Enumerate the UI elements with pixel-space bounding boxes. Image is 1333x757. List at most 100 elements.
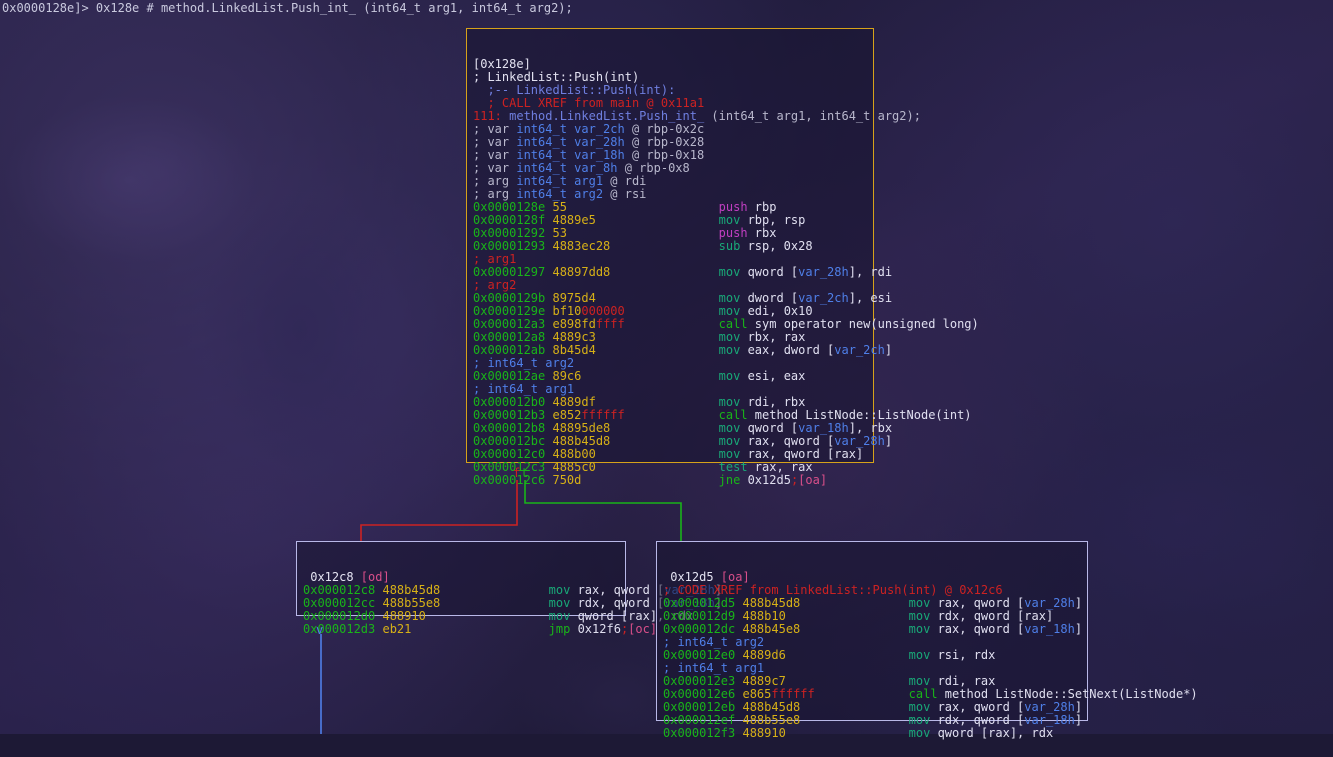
instruction-gap [800, 700, 908, 714]
signature-symbol: method.LinkedList.Push_int_ [509, 109, 705, 123]
instruction-bytes: 488b45d8 [382, 583, 441, 597]
instruction-bytes: 48897dd8 [552, 265, 611, 279]
instruction-mnemonic: mov [718, 291, 748, 305]
block-meta-text: ; CALL XREF from main @ 0x11a1 [473, 96, 705, 110]
instruction-address: 0x000012c0 [473, 447, 553, 461]
instruction-bytes: 750d [552, 473, 582, 487]
operand: qword [ [747, 265, 799, 279]
r2-prompt-line[interactable]: 0x0000128e]> 0x128e # method.LinkedList.… [2, 2, 573, 15]
block-header-label: 0x12c8 [303, 570, 361, 584]
inline-type-comment: ; int64_t arg2 [473, 356, 575, 370]
instruction-mnemonic: mov [718, 447, 748, 461]
instruction-bytes-reloc: 000000 [581, 304, 625, 318]
instruction-address: 0x000012eb [663, 700, 743, 714]
instruction-mnemonic: push [718, 226, 755, 240]
block-header-flag: [oa] [720, 570, 750, 584]
instruction-mnemonic: mov [908, 700, 938, 714]
instruction-bytes: 488b45d8 [552, 434, 611, 448]
signature-index: 111: [473, 109, 510, 123]
operand: sym operator new(unsigned long) [754, 317, 979, 331]
operand-variable: var_28h [1024, 596, 1075, 610]
instruction-address: 0x000012cc [303, 596, 383, 610]
operand-variable: var_18h [798, 421, 849, 435]
instruction-address: 0x000012a3 [473, 317, 553, 331]
basic-block-main[interactable]: [0x128e]; LinkedList::Push(int) ;-- Link… [466, 28, 979, 487]
instruction-gap [440, 583, 548, 597]
basic-block-false[interactable]: 0x12c8 [od] 0x000012c8 488b45d8 mov rax, … [296, 541, 722, 636]
operand: ] [884, 343, 893, 357]
instruction-gap [596, 291, 719, 305]
variable-name: var_8h [574, 161, 625, 175]
instruction-address: 0x000012d5 [663, 596, 743, 610]
instruction-mnemonic: mov [718, 369, 748, 383]
instruction-address: 0x00001292 [473, 226, 553, 240]
instruction-gap [596, 330, 719, 344]
block-header-label: 0x12d5 [663, 570, 721, 584]
instruction-gap [800, 596, 908, 610]
instruction-gap [596, 460, 719, 474]
instruction-row[interactable]: 0x00001293 4883ec28 sub rsp, 0x28 [473, 240, 867, 253]
instruction-gap [596, 343, 719, 357]
instruction-bytes: 48895de8 [552, 421, 611, 435]
instruction-bytes: 4885c0 [552, 460, 596, 474]
instruction-mnemonic: mov [718, 395, 748, 409]
instruction-mnemonic: mov [908, 726, 938, 740]
operand: ] [1074, 596, 1083, 610]
instruction-mnemonic: sub [718, 239, 748, 253]
operand: dword [ [747, 291, 799, 305]
instruction-gap [581, 473, 718, 487]
operand: method ListNode::SetNext(ListNode*) [944, 687, 1198, 701]
operand-variable: var_28h [1024, 700, 1075, 714]
operand: ] [1074, 713, 1083, 727]
instruction-row[interactable]: 0x00001297 48897dd8 mov qword [var_28h],… [473, 265, 892, 279]
variable-type: int64_t [516, 174, 575, 188]
instruction-address: 0x0000128e [473, 200, 553, 214]
instruction-mnemonic: mov [908, 596, 938, 610]
instruction-row[interactable]: 0x000012c6 750d jne 0x12d5;[oa] [473, 474, 867, 487]
instruction-address: 0x00001297 [473, 265, 553, 279]
inline-type-comment: ; int64_t arg1 [473, 382, 575, 396]
instruction-mnemonic: mov [718, 304, 748, 318]
instruction-gap [567, 226, 719, 240]
operand: ] [884, 434, 893, 448]
instruction-gap [610, 265, 718, 279]
instruction-gap [625, 317, 719, 331]
operand: rdi, rbx [747, 395, 806, 409]
instruction-gap [426, 609, 549, 623]
operand-variable: var_2ch [834, 343, 885, 357]
instruction-mnemonic: mov [548, 609, 578, 623]
operand: rax, rax [754, 460, 813, 474]
block-xref-text: ; CODE XREF from LinkedList::Push(int) @… [663, 583, 1003, 597]
instruction-address: 0x0000129e [473, 304, 553, 318]
instruction-mnemonic: mov [718, 421, 748, 435]
instruction-bytes: 8b45d4 [552, 343, 596, 357]
variable-keyword: ; arg [473, 174, 517, 188]
instruction-mnemonic: test [718, 460, 755, 474]
instruction-gap [581, 369, 718, 383]
instruction-row[interactable]: 0x000012d3 eb21 jmp 0x12f6;[oc] [303, 622, 657, 636]
variable-location: @ rbp-0x2c [631, 122, 705, 136]
variable-location: @ rdi [610, 174, 647, 188]
instruction-mnemonic: mov [908, 648, 938, 662]
operand-variable: var_18h [1024, 713, 1075, 727]
operand: rbp, rsp [747, 213, 806, 227]
instruction-bytes: 488b55e8 [742, 713, 801, 727]
variable-location: @ rsi [610, 187, 647, 201]
instruction-bytes: 4883ec28 [552, 239, 611, 253]
operand: rdx, qword [ [577, 596, 665, 610]
variable-location: @ rbp-0x8 [624, 161, 690, 175]
instruction-bytes: eb21 [382, 622, 412, 636]
instruction-mnemonic: jne [718, 473, 748, 487]
instruction-mnemonic: jmp [548, 622, 578, 636]
instruction-bytes-reloc: ffff [595, 317, 625, 331]
basic-block-false-lines: 0x12c8 [od] 0x000012c8 488b45d8 mov rax, … [297, 568, 722, 640]
instruction-bytes: 4889c3 [552, 330, 596, 344]
instruction-address: 0x000012e6 [663, 687, 743, 701]
basic-block-true[interactable]: 0x12d5 [oa]; CODE XREF from LinkedList::… [656, 541, 1198, 740]
instruction-address: 0x000012d3 [303, 622, 383, 636]
instruction-address: 0x00001293 [473, 239, 553, 253]
instruction-bytes: 488b10 [742, 609, 786, 623]
instruction-gap [815, 687, 909, 701]
instruction-address: 0x000012b3 [473, 408, 553, 422]
instruction-gap [596, 213, 719, 227]
